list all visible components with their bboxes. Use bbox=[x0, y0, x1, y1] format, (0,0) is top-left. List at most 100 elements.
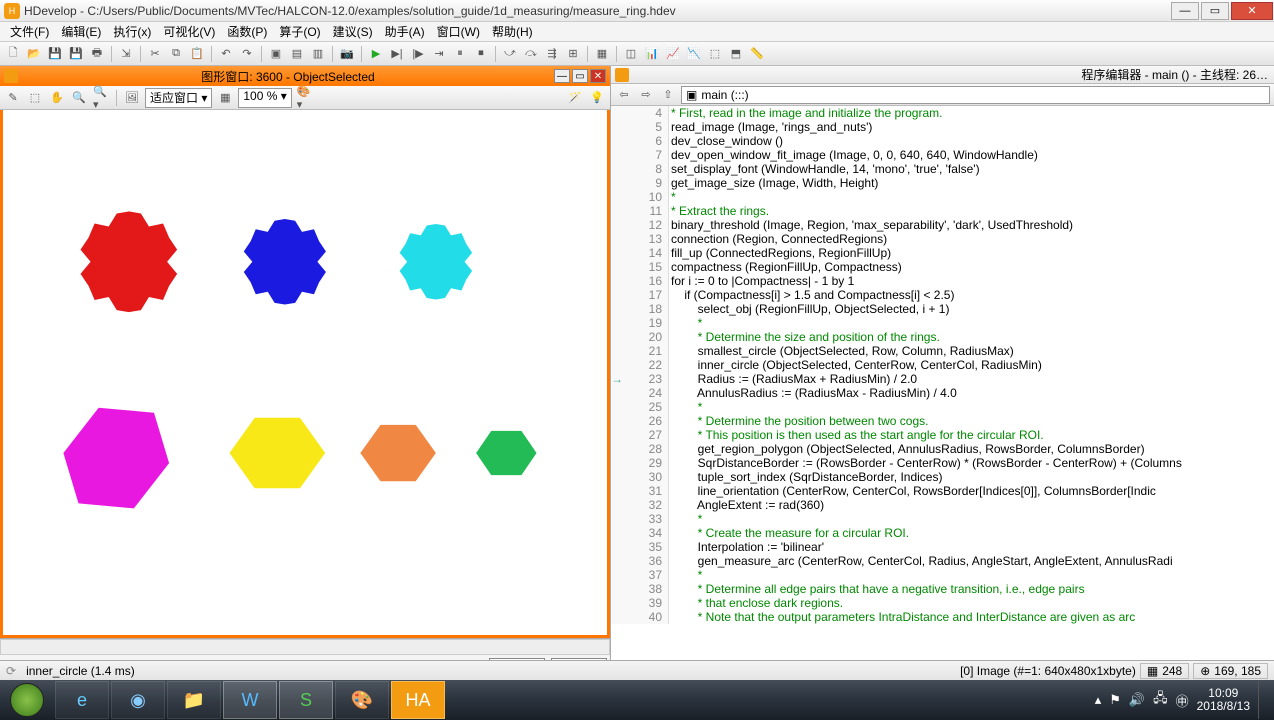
code-line[interactable]: 4* First, read in the image and initiali… bbox=[611, 106, 1274, 120]
code-line[interactable]: 10* bbox=[611, 190, 1274, 204]
menu-op[interactable]: 算子(O) bbox=[273, 23, 326, 40]
code-line[interactable]: 38 * Determine all edge pairs that have … bbox=[611, 582, 1274, 596]
close-button[interactable]: ✕ bbox=[1231, 2, 1273, 20]
paste-icon[interactable]: 📋 bbox=[188, 45, 206, 63]
bulb-icon[interactable]: 💡 bbox=[588, 89, 606, 107]
step-into-icon[interactable]: ⇥ bbox=[430, 45, 448, 63]
menu-file[interactable]: 文件(F) bbox=[4, 23, 55, 40]
code-line[interactable]: 6dev_close_window () bbox=[611, 134, 1274, 148]
chart-icon[interactable]: ⬒ bbox=[727, 45, 745, 63]
tray-net-icon[interactable]: 🖧 bbox=[1153, 689, 1168, 711]
code-line[interactable]: 33 * bbox=[611, 512, 1274, 526]
code-line[interactable]: 11* Extract the rings. bbox=[611, 204, 1274, 218]
graphics-canvas[interactable] bbox=[0, 110, 610, 638]
step-icon[interactable]: ▶| bbox=[388, 45, 406, 63]
message-area[interactable] bbox=[0, 639, 610, 655]
menu-edit[interactable]: 编辑(E) bbox=[55, 23, 107, 40]
code-line[interactable]: 32 AngleExtent := rad(360) bbox=[611, 498, 1274, 512]
undo-icon[interactable]: ↶ bbox=[217, 45, 235, 63]
select-icon[interactable]: ⬚ bbox=[26, 89, 44, 107]
chart-icon[interactable]: 📈 bbox=[664, 45, 682, 63]
tb-icon[interactable]: ⤻ bbox=[501, 45, 519, 63]
code-line[interactable]: 37 * bbox=[611, 568, 1274, 582]
chart-icon[interactable]: 📊 bbox=[643, 45, 661, 63]
stop-icon[interactable]: ⏹ bbox=[472, 45, 490, 63]
code-editor[interactable]: 4* First, read in the image and initiali… bbox=[611, 106, 1274, 667]
code-line[interactable]: 13connection (Region, ConnectedRegions) bbox=[611, 232, 1274, 246]
chart-icon[interactable]: ⬚ bbox=[706, 45, 724, 63]
tray-clock[interactable]: 10:09 2018/8/13 bbox=[1197, 687, 1250, 713]
pause-icon[interactable]: ⏸ bbox=[451, 45, 469, 63]
export-icon[interactable]: ⇲ bbox=[117, 45, 135, 63]
step-over-icon[interactable]: |▶ bbox=[409, 45, 427, 63]
code-line[interactable]: 35 Interpolation := 'bilinear' bbox=[611, 540, 1274, 554]
save-icon[interactable]: 💾 bbox=[46, 45, 64, 63]
tray-ime-icon[interactable]: ㊥ bbox=[1176, 691, 1189, 710]
code-line[interactable]: 5read_image (Image, 'rings_and_nuts') bbox=[611, 120, 1274, 134]
gw-minimize[interactable]: — bbox=[554, 69, 570, 83]
run-icon[interactable]: ▶ bbox=[367, 45, 385, 63]
code-line[interactable]: 30 tuple_sort_index (SqrDistanceBorder, … bbox=[611, 470, 1274, 484]
code-line[interactable]: 7dev_open_window_fit_image (Image, 0, 0,… bbox=[611, 148, 1274, 162]
tray-up-icon[interactable]: ▴ bbox=[1095, 692, 1102, 708]
wand-icon[interactable]: 🪄 bbox=[566, 89, 584, 107]
menu-assist[interactable]: 助手(A) bbox=[379, 23, 431, 40]
camera-icon[interactable]: 📷 bbox=[338, 45, 356, 63]
tb-icon[interactable]: ▥ bbox=[309, 45, 327, 63]
zoom-dropdown-icon[interactable]: 🔍▾ bbox=[92, 89, 110, 107]
menu-suggest[interactable]: 建议(S) bbox=[327, 23, 379, 40]
zoom-icon[interactable]: 🔍 bbox=[70, 89, 88, 107]
code-line[interactable]: 24 AnnulusRadius := (RadiusMax - RadiusM… bbox=[611, 386, 1274, 400]
redo-icon[interactable]: ↷ bbox=[238, 45, 256, 63]
tray-flag-icon[interactable]: ⚑ bbox=[1109, 692, 1121, 708]
code-line[interactable]: 36 gen_measure_arc (CenterRow, CenterCol… bbox=[611, 554, 1274, 568]
code-line[interactable]: 31 line_orientation (CenterRow, CenterCo… bbox=[611, 484, 1274, 498]
task-media[interactable]: ◉ bbox=[111, 681, 165, 719]
menu-func[interactable]: 函数(P) bbox=[221, 23, 273, 40]
tb-icon[interactable]: ◫ bbox=[622, 45, 640, 63]
gw-maximize[interactable]: ▭ bbox=[572, 69, 588, 83]
task-explorer[interactable]: 📁 bbox=[167, 681, 221, 719]
new-icon[interactable]: 🗋 bbox=[4, 45, 22, 63]
minimize-button[interactable]: — bbox=[1171, 2, 1199, 20]
grid-icon[interactable]: ▦ bbox=[216, 89, 234, 107]
menu-help[interactable]: 帮助(H) bbox=[486, 23, 539, 40]
ruler-icon[interactable]: 📏 bbox=[748, 45, 766, 63]
code-line[interactable]: →23 Radius := (RadiusMax + RadiusMin) / … bbox=[611, 372, 1274, 386]
code-line[interactable]: 22 inner_circle (ObjectSelected, CenterR… bbox=[611, 358, 1274, 372]
image-icon[interactable]: 🖼 bbox=[123, 89, 141, 107]
zoom-select[interactable]: 100 % ▾ bbox=[238, 88, 291, 108]
code-line[interactable]: 12binary_threshold (Image, Region, 'max_… bbox=[611, 218, 1274, 232]
code-line[interactable]: 20 * Determine the size and position of … bbox=[611, 330, 1274, 344]
saveall-icon[interactable]: 💾 bbox=[67, 45, 85, 63]
task-excel[interactable]: S bbox=[279, 681, 333, 719]
show-desktop[interactable] bbox=[1258, 681, 1266, 719]
code-line[interactable]: 14fill_up (ConnectedRegions, RegionFillU… bbox=[611, 246, 1274, 260]
code-line[interactable]: 39 * that enclose dark regions. bbox=[611, 596, 1274, 610]
tb-icon[interactable]: ▤ bbox=[288, 45, 306, 63]
code-line[interactable]: 26 * Determine the position between two … bbox=[611, 414, 1274, 428]
task-wps[interactable]: W bbox=[223, 681, 277, 719]
tray-vol-icon[interactable]: 🔊 bbox=[1129, 692, 1145, 708]
copy-icon[interactable]: ⧉ bbox=[167, 45, 185, 63]
gw-close[interactable]: ✕ bbox=[590, 69, 606, 83]
menu-visual[interactable]: 可视化(V) bbox=[157, 23, 221, 40]
menu-window[interactable]: 窗口(W) bbox=[431, 23, 486, 40]
up-icon[interactable]: ⇧ bbox=[659, 86, 677, 104]
code-line[interactable]: 25 * bbox=[611, 400, 1274, 414]
hand-icon[interactable]: ✋ bbox=[48, 89, 66, 107]
function-select[interactable]: ▣ main (:::) bbox=[681, 86, 1270, 104]
code-line[interactable]: 21 smallest_circle (ObjectSelected, Row,… bbox=[611, 344, 1274, 358]
fit-select[interactable]: 适应窗口 ▾ bbox=[145, 88, 212, 108]
menu-exec[interactable]: 执行(x) bbox=[107, 23, 157, 40]
tb-icon[interactable]: ▣ bbox=[267, 45, 285, 63]
color-icon[interactable]: 🎨▾ bbox=[296, 89, 314, 107]
cut-icon[interactable]: ✂ bbox=[146, 45, 164, 63]
pencil-icon[interactable]: ✎ bbox=[4, 89, 22, 107]
code-line[interactable]: 16for i := 0 to |Compactness| - 1 by 1 bbox=[611, 274, 1274, 288]
start-button[interactable] bbox=[0, 680, 54, 720]
code-line[interactable]: 40 * Note that the output parameters Int… bbox=[611, 610, 1274, 624]
code-line[interactable]: 27 * This position is then used as the s… bbox=[611, 428, 1274, 442]
print-icon[interactable]: 🖶 bbox=[88, 45, 106, 63]
code-line[interactable]: 15compactness (RegionFillUp, Compactness… bbox=[611, 260, 1274, 274]
